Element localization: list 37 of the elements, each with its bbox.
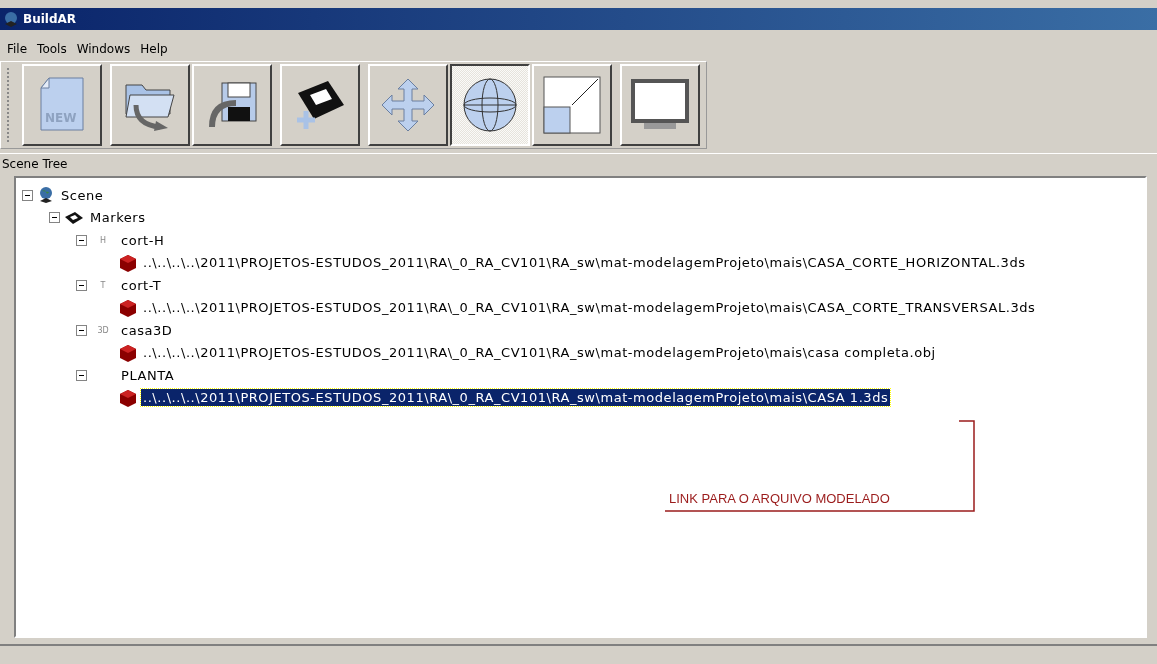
cube-icon — [119, 298, 137, 317]
tree-item[interactable]: Markers — [88, 209, 148, 227]
marker-letter: T — [99, 280, 107, 290]
marker-icon — [64, 210, 84, 225]
tree-item[interactable]: casa3D — [119, 321, 175, 339]
monitor-icon — [630, 78, 690, 132]
menu-item[interactable]: Windows — [72, 42, 135, 56]
move-arrows-icon — [379, 76, 437, 134]
file-path[interactable]: ..\..\..\..\2011\PROJETOS-ESTUDOS_2011\RA\_0_RA_CV101\RA_sw\mat-modelagemProjeto\mais\CASA_CORTE_HORIZONTAL.3ds — [141, 254, 1028, 272]
collapse-toggle[interactable] — [22, 189, 33, 201]
tree-item[interactable]: cort-H — [119, 231, 167, 249]
tree-item[interactable]: cort-T — [119, 276, 164, 294]
collapse-toggle[interactable] — [76, 369, 87, 381]
menu-item[interactable]: Help — [136, 42, 172, 56]
file-path[interactable]: ..\..\..\..\2011\PROJETOS-ESTUDOS_2011\RA\_0_RA_CV101\RA_sw\mat-modelagemProjeto\mais\CASA 1.3ds — [141, 389, 891, 407]
menu-item[interactable]: File — [3, 42, 32, 56]
tree-item[interactable]: Scene — [59, 186, 106, 204]
menu-item[interactable]: Tools — [33, 42, 71, 56]
marker-letter: 3D — [96, 325, 110, 335]
collapse-toggle[interactable] — [49, 212, 60, 224]
cube-icon — [119, 388, 137, 407]
scale-icon — [542, 75, 602, 135]
cube-icon — [119, 253, 137, 272]
file-path[interactable]: ..\..\..\..\2011\PROJETOS-ESTUDOS_2011\RA\_0_RA_CV101\RA_sw\mat-modelagemProjeto\mais\casa completa.obj — [141, 344, 938, 362]
file-path[interactable]: ..\..\..\..\2011\PROJETOS-ESTUDOS_2011\RA\_0_RA_CV101\RA_sw\mat-modelagemProjeto\mais\CASA_CORTE_TRANSVERSAL.3ds — [141, 299, 1038, 317]
globe-icon — [37, 186, 55, 205]
tree-item[interactable]: PLANTA — [119, 366, 177, 384]
collapse-toggle[interactable] — [76, 324, 87, 336]
cube-icon — [119, 343, 137, 362]
window-title: BuildAR — [23, 12, 77, 26]
app-icon — [3, 11, 19, 27]
globe-icon — [461, 76, 519, 134]
marker-letter: H — [99, 235, 107, 245]
annotation-text: LINK PARA O ARQUIVO MODELADO — [669, 491, 890, 506]
collapse-toggle[interactable] — [76, 234, 87, 246]
collapse-toggle[interactable] — [76, 279, 87, 291]
toolbar-button[interactable] — [450, 64, 530, 146]
